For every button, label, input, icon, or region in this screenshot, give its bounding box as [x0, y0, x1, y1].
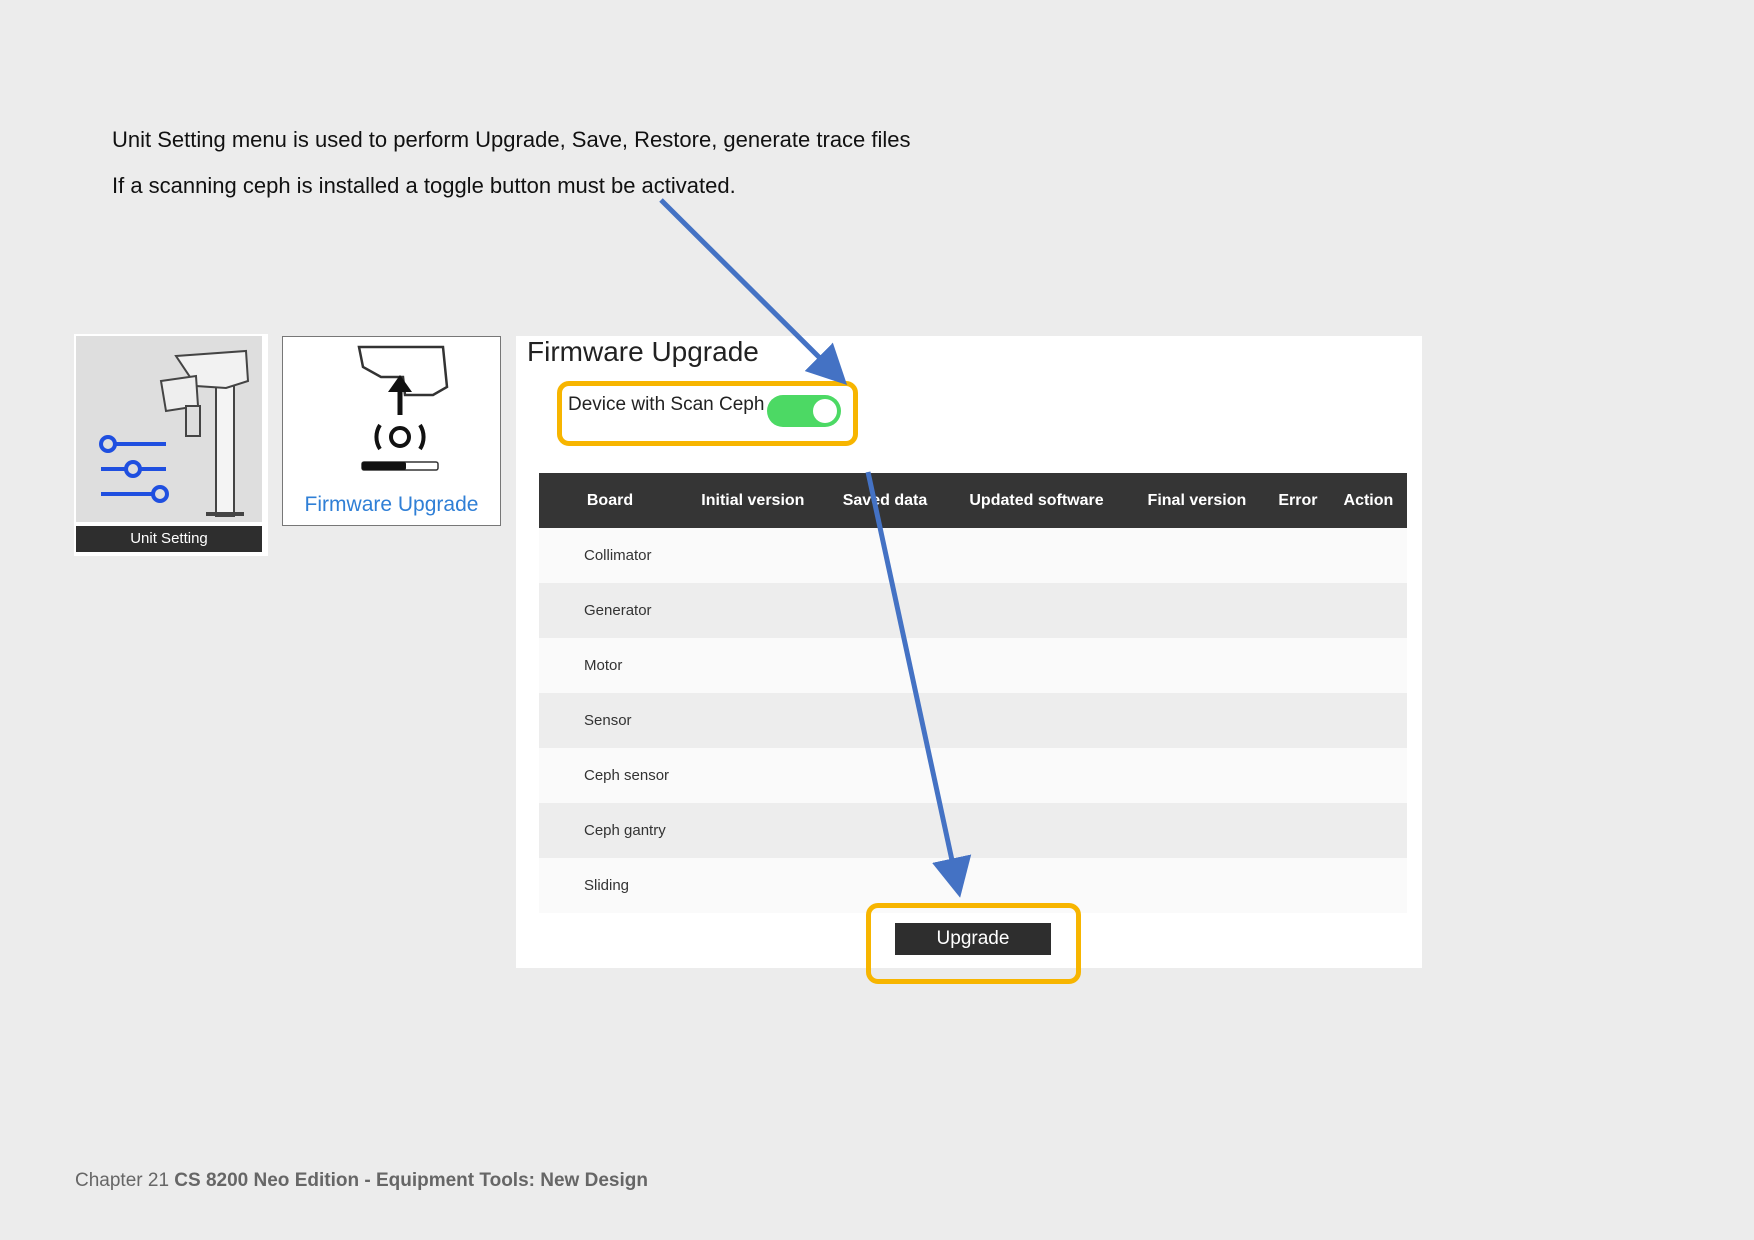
arrow-to-toggle [659, 198, 848, 386]
annotation-arrows [659, 198, 972, 898]
footer-title: CS 8200 Neo Edition - Equipment Tools: N… [174, 1170, 648, 1191]
page-footer: Chapter 21 CS 8200 Neo Edition - Equipme… [75, 1170, 648, 1192]
arrow-to-upgrade [865, 471, 972, 898]
footer-chapter: Chapter 21 [75, 1170, 170, 1191]
